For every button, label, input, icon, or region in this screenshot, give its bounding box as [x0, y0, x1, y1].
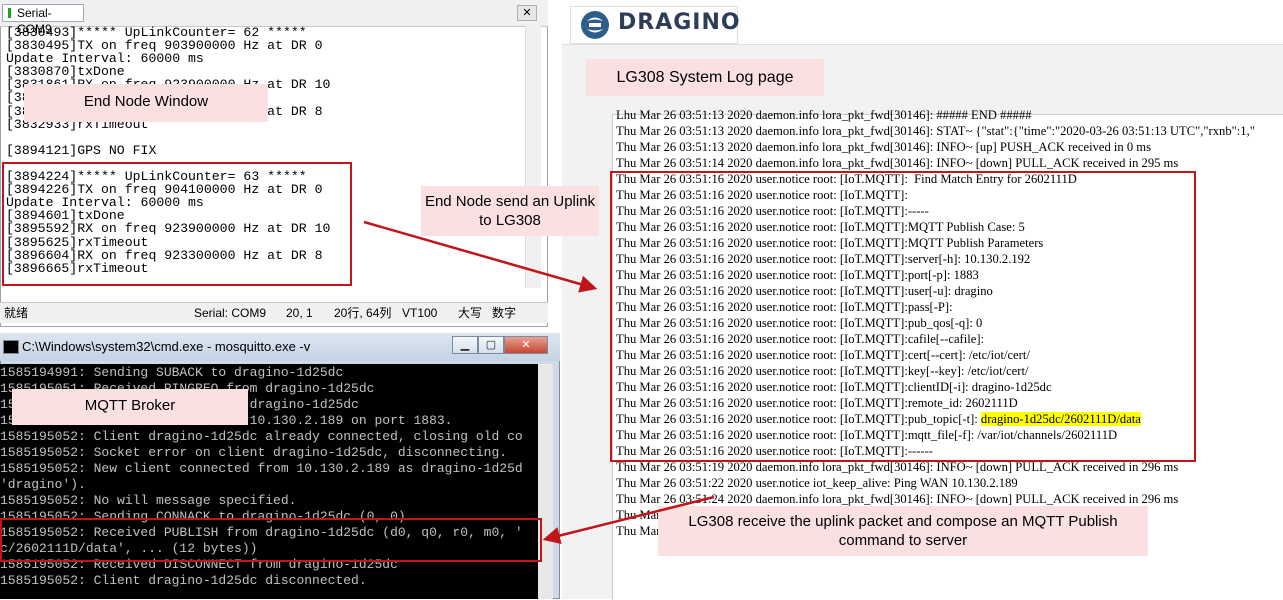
arrow-serial-to-lg308 [363, 220, 598, 293]
arrow-lg308-to-broker [542, 495, 715, 545]
annotation-arrows [363, 220, 715, 545]
